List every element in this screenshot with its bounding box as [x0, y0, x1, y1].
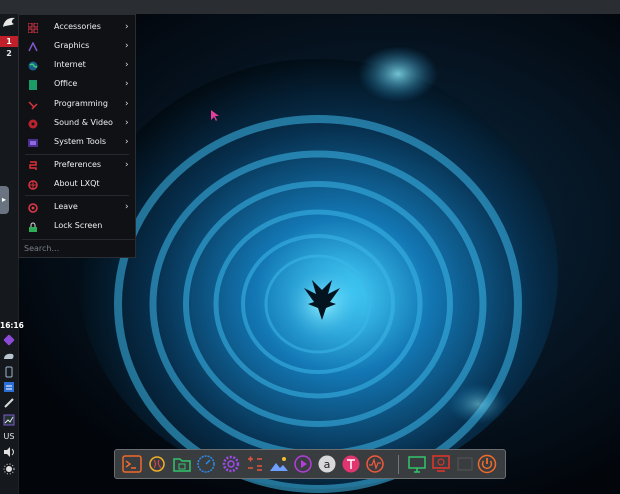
- menu-item-label: Lock Screen: [54, 221, 103, 230]
- clock[interactable]: 16:16: [0, 321, 24, 330]
- leave-icon: [28, 202, 38, 213]
- chevron-right-icon: ›: [125, 99, 129, 109]
- image-viewer-icon[interactable]: [269, 454, 289, 474]
- menu-item-internet[interactable]: Internet ›: [19, 56, 135, 74]
- phone-icon[interactable]: [3, 366, 15, 378]
- display-settings-icon[interactable]: [407, 454, 427, 474]
- tag-icon[interactable]: [3, 334, 15, 346]
- chevron-right-icon: ›: [125, 79, 129, 89]
- menu-item-label: Internet: [54, 60, 86, 69]
- power-icon[interactable]: [477, 454, 497, 474]
- chevron-right-icon: ›: [125, 118, 129, 128]
- menu-search-input[interactable]: [22, 239, 136, 256]
- lock-screen-icon: [28, 221, 38, 232]
- menu-item-lock-screen[interactable]: Lock Screen: [19, 217, 135, 235]
- lxqt-logo-icon[interactable]: [0, 16, 18, 30]
- menu-separator: [25, 195, 129, 196]
- settings-gear-icon[interactable]: [221, 454, 241, 474]
- panel-expand-handle[interactable]: ▸: [0, 186, 9, 214]
- menu-item-accessories[interactable]: Accessories ›: [19, 18, 135, 36]
- media-player-icon[interactable]: [293, 454, 313, 474]
- qbittorrent-icon[interactable]: [147, 454, 167, 474]
- dock-separator: [398, 455, 399, 474]
- speedometer-icon[interactable]: [196, 454, 216, 474]
- system-monitor-icon[interactable]: [365, 454, 385, 474]
- chevron-right-icon: ▸: [2, 195, 7, 204]
- terminal-icon[interactable]: [122, 454, 142, 474]
- volume-icon[interactable]: [3, 446, 15, 458]
- calculator-icon[interactable]: [245, 454, 265, 474]
- system-tools-icon: [28, 137, 38, 147]
- office-icon: [28, 79, 38, 90]
- font-viewer-icon[interactable]: [341, 454, 361, 474]
- menu-item-label: Accessories: [54, 22, 101, 31]
- dock: a: [114, 449, 506, 479]
- notes-icon[interactable]: [3, 381, 15, 393]
- remote-desktop-icon[interactable]: [431, 454, 451, 474]
- brightness-icon[interactable]: [3, 463, 15, 475]
- chevron-right-icon: ›: [125, 202, 129, 212]
- menu-item-office[interactable]: Office ›: [19, 75, 135, 93]
- start-menu: Accessories › Graphics › Internet › Offi…: [18, 14, 136, 258]
- accessories-icon: [27, 22, 39, 34]
- about-icon: [28, 179, 38, 190]
- file-manager-icon[interactable]: [172, 454, 192, 474]
- menu-item-label: Sound & Video: [54, 118, 113, 127]
- color-picker-icon[interactable]: [3, 397, 15, 409]
- menu-item-sound-video[interactable]: Sound & Video ›: [19, 114, 135, 132]
- menu-item-preferences[interactable]: Preferences ›: [19, 156, 135, 174]
- menu-item-programming[interactable]: Programming ›: [19, 95, 135, 113]
- programming-icon: [28, 99, 38, 110]
- amazon-icon[interactable]: a: [317, 454, 337, 474]
- menu-item-leave[interactable]: Leave ›: [19, 198, 135, 216]
- menu-item-about[interactable]: About LXQt: [19, 175, 135, 193]
- workspace-1[interactable]: 1: [0, 36, 18, 47]
- chevron-right-icon: ›: [125, 60, 129, 70]
- preferences-icon: [28, 160, 38, 170]
- menu-item-label: Graphics: [54, 41, 90, 50]
- mouse-cursor-icon: [211, 107, 219, 126]
- sound-video-icon: [28, 118, 38, 129]
- menu-item-label: Preferences: [54, 160, 102, 169]
- menu-item-label: Office: [54, 79, 78, 88]
- internet-icon: [28, 60, 38, 71]
- menu-item-label: System Tools: [54, 137, 107, 146]
- graphics-icon: [28, 41, 38, 52]
- taskbar-placeholder-icon[interactable]: [455, 454, 475, 474]
- chevron-right-icon: ›: [125, 22, 129, 32]
- cloud-icon[interactable]: [3, 350, 15, 362]
- top-bar: [0, 0, 620, 14]
- chevron-right-icon: ›: [125, 41, 129, 51]
- menu-separator: [25, 154, 129, 155]
- menu-item-label: Programming: [54, 99, 108, 108]
- chevron-right-icon: ›: [125, 137, 129, 147]
- left-panel: 1 2 16:16 US: [0, 14, 24, 494]
- workspace-2[interactable]: 2: [0, 48, 18, 59]
- chart-icon[interactable]: [3, 414, 15, 426]
- menu-item-graphics[interactable]: Graphics ›: [19, 37, 135, 55]
- menu-item-label: Leave: [54, 202, 78, 211]
- keyboard-layout[interactable]: US: [0, 432, 18, 441]
- menu-item-label: About LXQt: [54, 179, 100, 188]
- svg-text:a: a: [324, 458, 331, 471]
- chevron-right-icon: ›: [125, 160, 129, 170]
- menu-item-system-tools[interactable]: System Tools ›: [19, 133, 135, 151]
